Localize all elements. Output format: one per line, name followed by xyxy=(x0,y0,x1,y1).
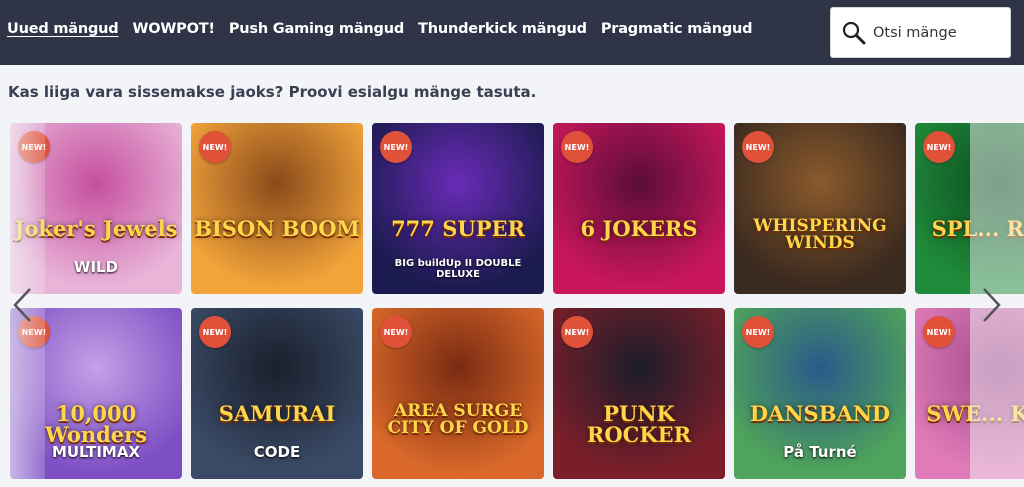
game-subtitle: På Turné xyxy=(783,443,857,461)
game-title: AREA SURGE CITY OF GOLD xyxy=(387,401,529,438)
search-box[interactable] xyxy=(830,7,1011,58)
game-tile[interactable]: NEW! SWE... KING xyxy=(915,308,1024,479)
chevron-right-icon xyxy=(983,288,1001,322)
game-title: SAMURAI xyxy=(218,401,336,426)
game-tile[interactable]: NEW! SPL... RICH xyxy=(915,123,1024,294)
game-tile[interactable]: NEW! 6 JOKERS xyxy=(553,123,725,294)
new-badge: NEW! xyxy=(923,316,955,348)
search-icon[interactable] xyxy=(841,20,867,46)
game-title: DANSBAND xyxy=(749,401,891,426)
nav-item-push-gaming[interactable]: Push Gaming mängud xyxy=(229,21,404,37)
game-tile[interactable]: NEW! WHISPERING WINDS xyxy=(734,123,906,294)
game-title: BISON BOOM xyxy=(194,216,360,241)
carousel-next-button[interactable] xyxy=(976,285,1006,325)
carousel-prev-button[interactable] xyxy=(8,285,38,325)
nav-item-pragmatic[interactable]: Pragmatic mängud xyxy=(601,21,753,37)
game-tile[interactable]: NEW! 10,000 Wonders MULTIMAX xyxy=(10,308,182,479)
game-title: 10,000 Wonders xyxy=(44,401,148,447)
game-title: WHISPERING WINDS xyxy=(753,216,887,253)
game-subtitle: MULTIMAX xyxy=(51,443,141,461)
game-subtitle: WILD xyxy=(73,258,119,276)
game-title: PUNK ROCKER xyxy=(586,401,692,447)
game-tile[interactable]: NEW! SAMURAI CODE xyxy=(191,308,363,479)
new-badge: NEW! xyxy=(380,316,412,348)
game-tile[interactable]: NEW! Joker's Jewels WILD xyxy=(10,123,182,294)
game-title: SPL... RICH xyxy=(931,216,1024,241)
game-tile[interactable]: NEW! BISON BOOM xyxy=(191,123,363,294)
game-title: Joker's Jewels xyxy=(14,216,178,241)
category-nav: Uued mängud WOWPOT! Push Gaming mängud T… xyxy=(7,21,753,37)
new-badge: NEW! xyxy=(923,131,955,163)
game-title: 777 SUPER xyxy=(391,216,525,241)
promo-text: Kas liiga vara sissemakse jaoks? Proovi … xyxy=(8,83,537,101)
game-subtitle: BIG buildUp II DOUBLE DELUXE xyxy=(394,258,522,280)
game-subtitle: CODE xyxy=(253,443,301,461)
game-tile[interactable]: NEW! AREA SURGE CITY OF GOLD xyxy=(372,308,544,479)
new-badge: NEW! xyxy=(561,316,593,348)
nav-item-new-games[interactable]: Uued mängud xyxy=(7,21,119,37)
game-title: SWE... KING xyxy=(926,401,1024,426)
top-bar: Uued mängud WOWPOT! Push Gaming mängud T… xyxy=(0,0,1024,65)
new-badge: NEW! xyxy=(199,131,231,163)
search-input[interactable] xyxy=(873,24,1003,41)
nav-item-thunderkick[interactable]: Thunderkick mängud xyxy=(418,21,587,37)
new-badge: NEW! xyxy=(18,131,50,163)
new-badge: NEW! xyxy=(742,131,774,163)
game-tile[interactable]: NEW! DANSBAND På Turné xyxy=(734,308,906,479)
new-badge: NEW! xyxy=(380,131,412,163)
chevron-left-icon xyxy=(13,288,31,322)
nav-item-wowpot[interactable]: WOWPOT! xyxy=(132,21,215,37)
game-tile[interactable]: NEW! PUNK ROCKER xyxy=(553,308,725,479)
new-badge: NEW! xyxy=(199,316,231,348)
game-tile[interactable]: NEW! 777 SUPER BIG buildUp II DOUBLE DELUX… xyxy=(372,123,544,294)
new-badge: NEW! xyxy=(561,131,593,163)
new-badge: NEW! xyxy=(742,316,774,348)
game-title: 6 JOKERS xyxy=(580,216,698,241)
game-grid: NEW! Joker's Jewels WILD NEW! BISON BOOM NEW!… xyxy=(10,123,1024,487)
